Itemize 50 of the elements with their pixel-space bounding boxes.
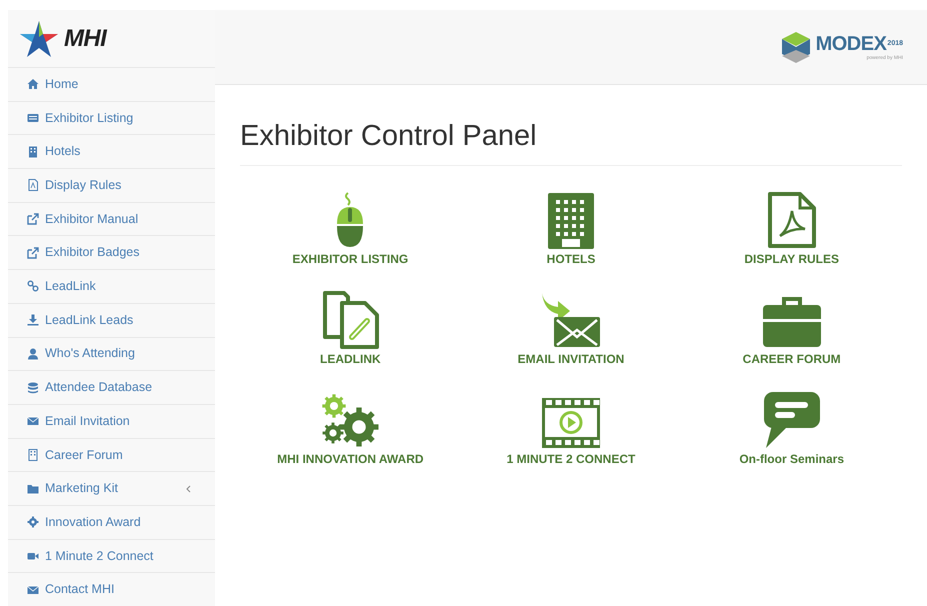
list-icon xyxy=(27,112,39,124)
sidebar-item[interactable]: Home xyxy=(8,67,215,101)
sidebar-item[interactable]: Marketing Kit xyxy=(8,471,215,505)
speech-bubble-icon xyxy=(762,390,822,448)
user-icon xyxy=(27,348,39,360)
sidebar-item[interactable]: Email Invitation xyxy=(8,404,215,438)
link-icon xyxy=(27,280,39,292)
panel-tile-link[interactable]: MHI INNOVATION AWARD xyxy=(240,382,461,468)
sidebar-item[interactable]: Contact MHI xyxy=(8,572,215,606)
pdf-document-icon xyxy=(766,190,817,248)
panel-tile-link[interactable]: LEADLINK xyxy=(240,282,461,368)
external-link-icon xyxy=(27,213,39,226)
sidebar-item[interactable]: Exhibitor Listing xyxy=(8,100,215,134)
office-building-icon xyxy=(548,192,594,248)
panel-tile-link[interactable]: 1 MINUTE 2 CONNECT xyxy=(460,382,682,468)
sidebar-item[interactable]: LeadLink xyxy=(8,269,215,303)
gear-icon xyxy=(27,516,39,528)
sidebar-item[interactable]: Who's Attending xyxy=(8,336,215,370)
envelope-icon xyxy=(27,584,39,596)
brand-name: MODEX xyxy=(816,34,886,54)
page-title: Exhibitor Control Panel xyxy=(240,115,902,166)
external-link-icon xyxy=(27,246,39,259)
sidebar-item[interactable]: Career Forum xyxy=(8,438,215,472)
sidebar-item[interactable]: Display Rules xyxy=(8,168,215,202)
logo-text: MHI xyxy=(64,24,106,54)
film-play-icon xyxy=(540,396,601,448)
database-icon xyxy=(27,382,39,394)
panel-tile-link[interactable]: EXHIBITOR LISTING xyxy=(240,182,461,268)
panel-tile-link[interactable]: HOTELS xyxy=(460,182,682,268)
home-icon xyxy=(27,78,39,90)
download-icon xyxy=(27,314,39,326)
document-icon xyxy=(27,179,39,192)
briefcase-icon xyxy=(762,294,822,348)
sidebar-item[interactable]: Attendee Database xyxy=(8,370,215,404)
sidebar-item[interactable]: Hotels xyxy=(8,134,215,168)
building-icon xyxy=(27,146,39,158)
panel-tile-link[interactable]: On-floor Seminars xyxy=(681,382,902,468)
sidebar-item[interactable]: LeadLink Leads xyxy=(8,302,215,336)
panel-tile-link[interactable]: DISPLAY RULES xyxy=(681,182,902,268)
panel-tile-link[interactable]: EMAIL INVITATION xyxy=(460,282,682,368)
sidebar-item[interactable]: Innovation Award xyxy=(8,504,215,539)
sidebar-item[interactable]: Exhibitor Badges xyxy=(8,235,215,270)
building-icon xyxy=(27,448,39,461)
envelope-icon xyxy=(27,415,39,428)
linked-documents-icon xyxy=(320,290,380,348)
sidebar-item[interactable]: 1 Minute 2 Connect xyxy=(8,538,215,572)
sidebar-item[interactable]: Exhibitor Manual xyxy=(8,202,215,236)
folder-icon xyxy=(27,482,39,495)
cube-logo-icon xyxy=(780,30,812,64)
panel-tile-link[interactable]: CAREER FORUM xyxy=(681,282,902,368)
